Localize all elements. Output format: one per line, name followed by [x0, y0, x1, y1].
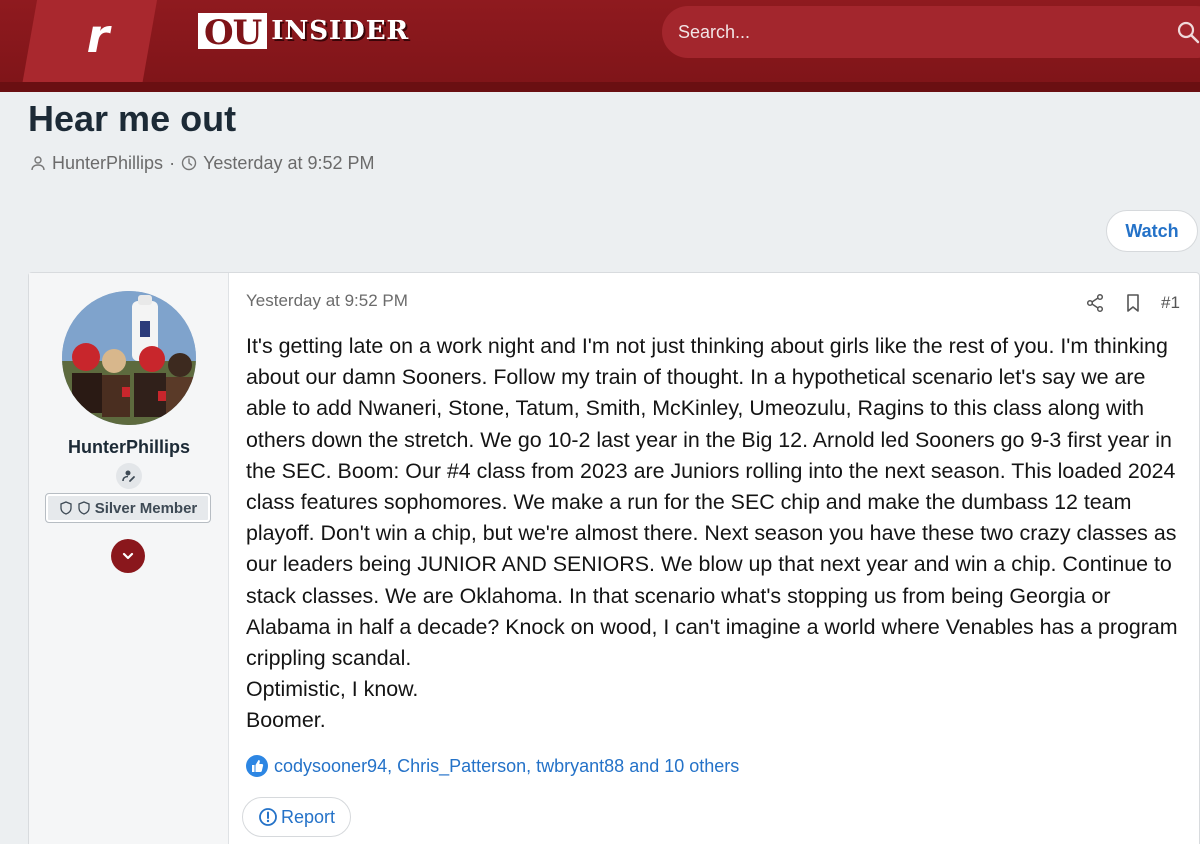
- report-label: Report: [280, 806, 336, 827]
- thread-meta: HunterPhillips · Yesterday at 9:52 PM: [30, 150, 375, 176]
- thread-title: Hear me out: [28, 98, 237, 139]
- search-input[interactable]: [678, 6, 1158, 58]
- thread-author-link[interactable]: HunterPhillips: [52, 153, 163, 174]
- watch-button[interactable]: Watch: [1106, 210, 1198, 252]
- alert-circle-icon: [259, 808, 277, 826]
- post-username[interactable]: HunterPhillips: [29, 437, 229, 458]
- post-actions: #1: [1085, 293, 1180, 313]
- post-paragraph: Boomer.: [246, 708, 326, 733]
- search-icon[interactable]: [1176, 20, 1200, 44]
- logo-insider-text: INSIDER: [271, 16, 410, 46]
- header-bottom-bar: [0, 82, 1200, 92]
- share-icon[interactable]: [1085, 293, 1105, 313]
- user-icon: [31, 156, 45, 171]
- post-number-link[interactable]: #1: [1161, 293, 1180, 313]
- thread-date-link[interactable]: Yesterday at 9:52 PM: [203, 153, 374, 174]
- site-header: r OU INSIDER: [0, 0, 1200, 92]
- logo-ou-text: OU: [198, 13, 268, 51]
- like-icon: [246, 755, 268, 777]
- shield-icon: [60, 501, 72, 515]
- member-badge: Silver Member: [45, 493, 211, 523]
- post-paragraph: It's getting late on a work night and I'…: [246, 334, 1178, 671]
- member-badge-label: Silver Member: [94, 499, 198, 517]
- reaction-users-link[interactable]: codysooner94, Chris_Patterson, twbryant8…: [274, 756, 739, 777]
- user-edit-icon: [116, 463, 142, 489]
- report-button[interactable]: Report: [242, 797, 351, 837]
- post-message: HunterPhillips Silver Member Yesterday a…: [28, 272, 1200, 844]
- post-body: It's getting late on a work night and I'…: [246, 331, 1186, 737]
- rivals-logo[interactable]: r: [68, 6, 128, 66]
- post-user-column: HunterPhillips Silver Member: [29, 273, 229, 844]
- clock-icon: [181, 155, 197, 171]
- shield-icon: [78, 501, 90, 515]
- expand-user-info-button[interactable]: [111, 539, 145, 573]
- reactions-bar[interactable]: codysooner94, Chris_Patterson, twbryant8…: [246, 755, 739, 777]
- chevron-down-icon: [122, 552, 134, 560]
- post-date-link[interactable]: Yesterday at 9:52 PM: [246, 291, 408, 311]
- meta-separator: ·: [169, 152, 176, 173]
- search-bar[interactable]: [662, 6, 1200, 58]
- bookmark-icon[interactable]: [1123, 293, 1143, 313]
- avatar[interactable]: [62, 291, 196, 425]
- avatar-image: [62, 291, 196, 425]
- post-paragraph: Optimistic, I know.: [246, 677, 419, 702]
- ouinsider-logo[interactable]: OU INSIDER: [198, 12, 410, 51]
